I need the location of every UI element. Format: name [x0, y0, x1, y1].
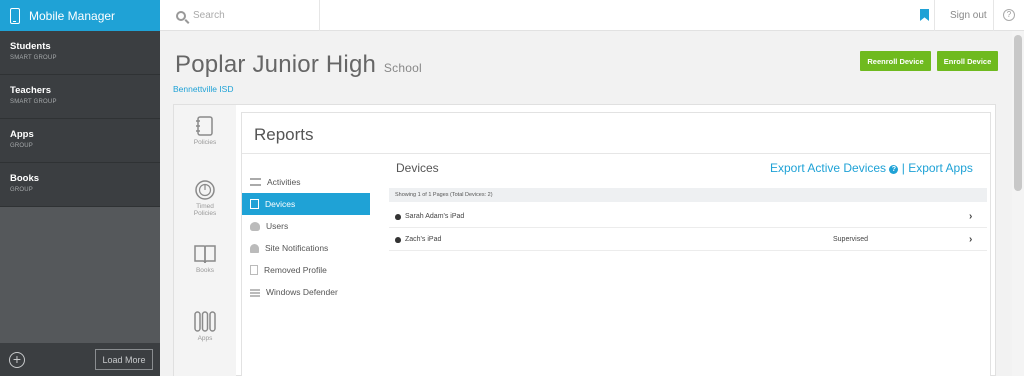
nav-timed-policies[interactable]: Timed Policies [174, 179, 236, 217]
pagination-info: Showing 1 of 1 Pages (Total Devices: 2) [389, 188, 987, 202]
nav-label: Apps [197, 335, 213, 342]
school-name: Poplar Junior High [175, 51, 377, 78]
help-icon[interactable]: ? [889, 165, 899, 174]
district-link[interactable]: Bennettville ISD [173, 84, 233, 94]
menu-label: Devices [265, 199, 296, 209]
export-links: Export Active Devices ? | Export Apps [770, 161, 973, 175]
add-group-icon[interactable]: + [9, 352, 25, 368]
nav-policies[interactable]: Policies [174, 115, 236, 146]
sidebar-footer: + Load More [0, 343, 160, 376]
menu-label: Removed Profile [264, 265, 327, 275]
search-icon [176, 10, 186, 21]
nav-label: Timed Policies [193, 203, 217, 217]
sidebar: Students SMART GROUP Teachers SMART GROU… [0, 31, 160, 376]
apple-icon [395, 213, 401, 220]
reports-card: Reports Activities Devices Users Site No… [241, 112, 991, 376]
menu-label: Site Notifications [265, 243, 329, 253]
scrollbar-thumb[interactable] [1014, 35, 1022, 191]
devices-heading: Devices [396, 161, 439, 175]
export-active-devices-link[interactable]: Export Active Devices [770, 161, 886, 175]
grid-icon [250, 287, 260, 297]
menu-label: Activities [267, 177, 301, 187]
top-bar: Search Sign out ? [160, 0, 1024, 31]
sign-out-link[interactable]: Sign out [950, 0, 987, 31]
menu-item-site-notifications[interactable]: Site Notifications [242, 237, 370, 259]
school-type: School [383, 61, 422, 75]
divider [242, 153, 990, 154]
nav-label: Books [195, 267, 215, 274]
reenroll-device-button[interactable]: Reenroll Device [860, 51, 931, 71]
sidebar-item-label: Teachers [10, 85, 52, 96]
sidebar-item-apps[interactable]: Apps GROUP [0, 119, 160, 163]
apple-icon [395, 236, 401, 243]
menu-label: Windows Defender [266, 287, 338, 297]
help-icon[interactable]: ? [1003, 9, 1015, 21]
sidebar-item-label: Apps [10, 129, 34, 140]
divider [993, 0, 994, 31]
device-status: Supervised [833, 236, 869, 243]
sidebar-item-sub: SMART GROUP [10, 99, 57, 105]
menu-item-windows-defender[interactable]: Windows Defender [242, 281, 370, 303]
device-name: Sarah Adam's iPad [405, 213, 465, 220]
timed-policies-icon [195, 180, 215, 200]
enroll-device-button[interactable]: Enroll Device [937, 51, 998, 71]
sidebar-item-teachers[interactable]: Teachers SMART GROUP [0, 75, 160, 119]
nav-apps[interactable]: Apps [174, 309, 236, 342]
menu-item-activities[interactable]: Activities [242, 171, 370, 193]
page-title: Poplar Junior High School [175, 51, 422, 79]
divider [934, 0, 935, 31]
apps-icon [194, 311, 216, 332]
app-brand[interactable]: Mobile Manager [0, 0, 160, 31]
reports-menu: Activities Devices Users Site Notificati… [242, 171, 370, 303]
content-panel: Policies Timed Policies Books Apps Repor… [173, 104, 996, 376]
menu-item-users[interactable]: Users [242, 215, 370, 237]
sidebar-item-label: Books [10, 173, 40, 184]
icon-nav: Policies Timed Policies Books Apps [174, 105, 236, 376]
device-name: Zach's iPad [405, 236, 442, 243]
search-input[interactable]: Search [160, 0, 320, 31]
search-placeholder: Search [193, 10, 225, 21]
reports-title: Reports [254, 125, 314, 144]
nav-label: Policies [193, 139, 217, 146]
sidebar-item-label: Students [10, 41, 51, 52]
device-icon [250, 199, 259, 209]
app-title: Mobile Manager [29, 8, 116, 23]
menu-label: Users [266, 221, 289, 231]
users-icon [250, 221, 260, 231]
nav-books[interactable]: Books [174, 243, 236, 274]
chevron-right-icon[interactable]: › [969, 211, 972, 222]
sidebar-item-students[interactable]: Students SMART GROUP [0, 31, 160, 75]
menu-item-removed-profile[interactable]: Removed Profile [242, 259, 370, 281]
load-more-button[interactable]: Load More [95, 349, 153, 370]
table-row[interactable]: Zach's iPad Supervised › [389, 229, 987, 251]
sidebar-item-books[interactable]: Books GROUP [0, 163, 160, 207]
chevron-right-icon[interactable]: › [969, 234, 972, 245]
books-icon [194, 245, 216, 264]
bell-icon [250, 243, 259, 253]
table-row[interactable]: Sarah Adam's iPad › [389, 206, 987, 228]
list-icon [250, 178, 261, 186]
sidebar-item-sub: SMART GROUP [10, 55, 57, 61]
export-separator: | [901, 161, 905, 175]
document-icon [250, 265, 258, 275]
sidebar-item-sub: GROUP [10, 187, 34, 193]
sidebar-item-sub: GROUP [10, 143, 34, 149]
bookmark-icon[interactable] [920, 9, 929, 21]
scrollbar[interactable] [1012, 31, 1024, 376]
menu-item-devices[interactable]: Devices [242, 193, 370, 215]
export-apps-link[interactable]: Export Apps [908, 161, 973, 175]
policies-icon [196, 116, 213, 136]
mobile-device-icon [10, 7, 20, 24]
